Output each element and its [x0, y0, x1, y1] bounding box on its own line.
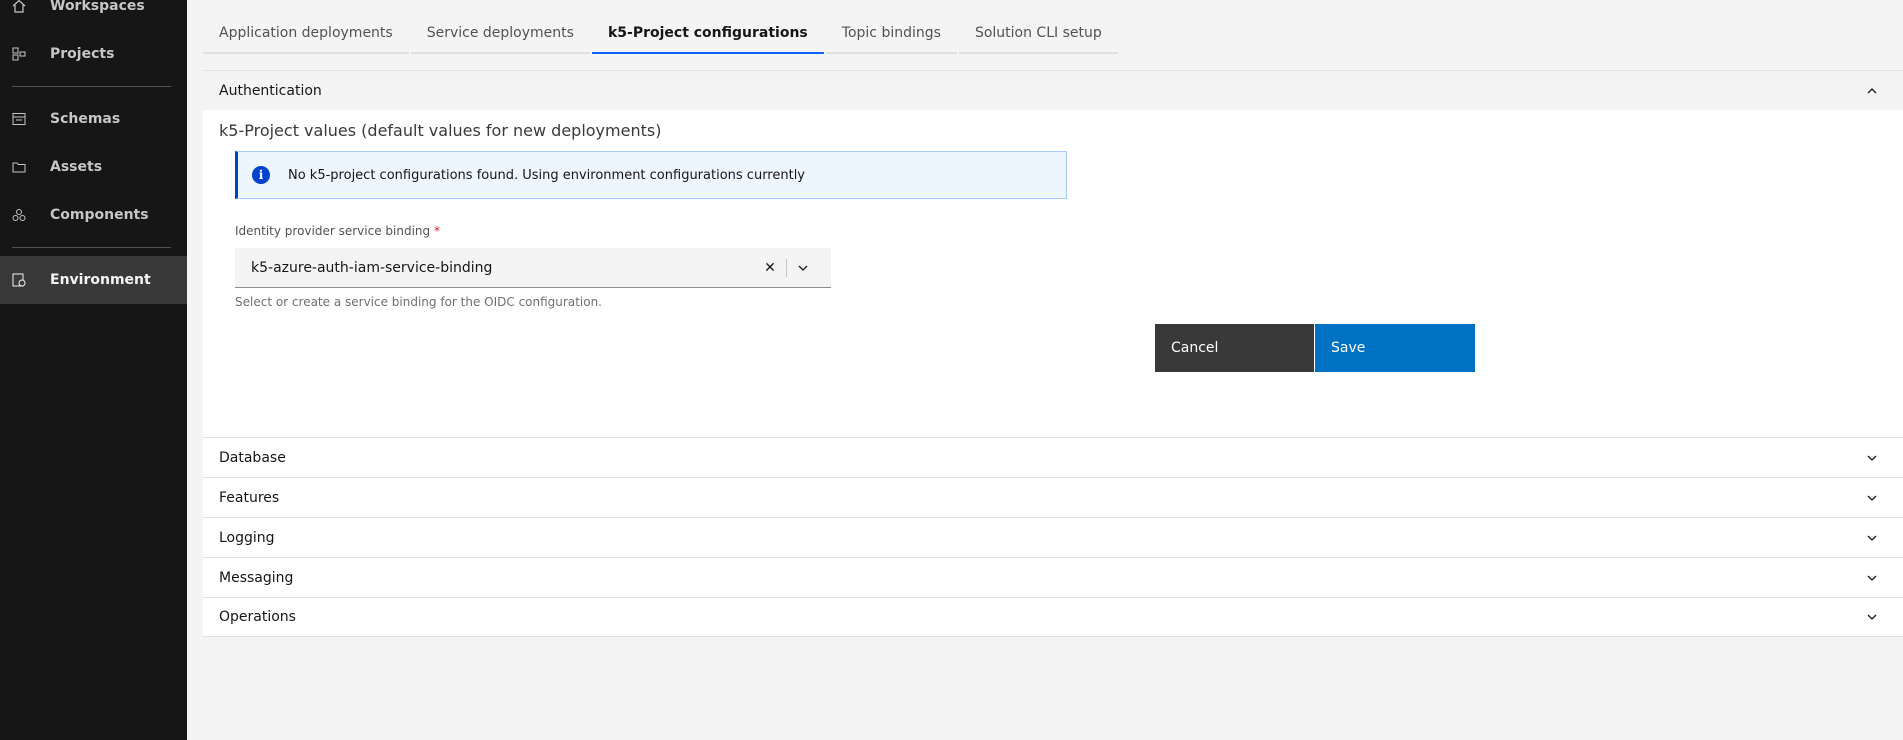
sidebar-divider [12, 86, 171, 87]
chevron-down-icon [1867, 495, 1877, 501]
accordion-title: Messaging [219, 569, 294, 586]
sidebar-item-label: Schemas [50, 111, 121, 127]
helper-text: Select or create a service binding for t… [235, 295, 602, 309]
chevron-up-icon [1867, 87, 1877, 93]
accordion-features-header[interactable]: Features [203, 477, 1903, 517]
field-label-text: Identity provider service binding [235, 224, 431, 238]
sidebar-item-label: Assets [50, 159, 103, 175]
sidebar-item-projects[interactable]: Projects [0, 42, 187, 66]
tab-topic-bindings[interactable]: Topic bindings [825, 14, 957, 54]
sidebar-item-environment[interactable]: Environment [0, 256, 187, 304]
config-accordion: Authentication k5-Project values (defaul… [203, 70, 1903, 637]
sidebar-item-schemas[interactable]: Schemas [0, 107, 187, 131]
accordion-title: Operations [219, 609, 296, 625]
sidebar-item-components[interactable]: Components [0, 203, 187, 227]
identity-provider-combobox[interactable]: k5-azure-auth-iam-service-binding ✕ [235, 248, 831, 288]
components-icon [12, 208, 26, 222]
cancel-button[interactable]: Cancel [1155, 324, 1314, 372]
projects-icon [12, 47, 26, 61]
accordion-title: Authentication [219, 82, 322, 99]
notification-message: No k5-project configurations found. Usin… [288, 167, 806, 183]
chevron-down-icon [1867, 535, 1877, 541]
sidebar-item-label: Projects [50, 46, 115, 62]
sidebar-item-label: Environment [50, 272, 151, 288]
info-notification: i No k5-project configurations found. Us… [235, 151, 1067, 199]
clear-icon[interactable]: ✕ [760, 258, 780, 278]
required-mark: * [433, 224, 440, 238]
accordion-title: Logging [219, 529, 275, 546]
combobox-value: k5-azure-auth-iam-service-binding [251, 259, 493, 276]
combobox-separator [786, 258, 787, 277]
sidebar-divider [12, 247, 171, 248]
save-button[interactable]: Save [1315, 324, 1475, 372]
tab-project-configurations[interactable]: k5-Project configurations [591, 14, 824, 54]
chevron-down-icon [1867, 575, 1877, 581]
tab-solution-cli-setup[interactable]: Solution CLI setup [958, 14, 1118, 54]
tab-service-deployments[interactable]: Service deployments [410, 14, 590, 54]
tab-list: Application deployments Service deployme… [203, 14, 1120, 54]
tab-application-deployments[interactable]: Application deployments [203, 14, 409, 54]
chevron-down-icon [1867, 614, 1877, 620]
folder-icon [12, 160, 26, 174]
sidebar-item-label: Components [50, 207, 149, 223]
sidebar-item-assets[interactable]: Assets [0, 155, 187, 179]
identity-provider-label: Identity provider service binding * [235, 224, 440, 238]
accordion-title: Features [219, 489, 280, 506]
accordion-operations-header[interactable]: Operations [203, 597, 1903, 637]
accordion-logging-header[interactable]: Logging [203, 517, 1903, 557]
panel-title: k5-Project values (default values for ne… [219, 121, 662, 140]
sidebar-item-workspaces[interactable]: Workspaces [0, 0, 187, 18]
accordion-messaging-header[interactable]: Messaging [203, 557, 1903, 597]
accordion-title: Database [219, 449, 286, 466]
environment-icon [12, 273, 26, 287]
accordion-authentication-header[interactable]: Authentication [203, 70, 1903, 110]
chevron-down-icon [1867, 455, 1877, 461]
sidebar: Workspaces Projects Schemas Assets Compo… [0, 0, 187, 740]
authentication-panel: k5-Project values (default values for ne… [203, 110, 1903, 437]
info-icon: i [252, 166, 270, 184]
schemas-icon [12, 112, 26, 126]
accordion-database-header[interactable]: Database [203, 437, 1903, 477]
chevron-down-icon[interactable] [795, 260, 811, 276]
home-icon [12, 0, 26, 13]
sidebar-item-label: Workspaces [50, 0, 145, 14]
